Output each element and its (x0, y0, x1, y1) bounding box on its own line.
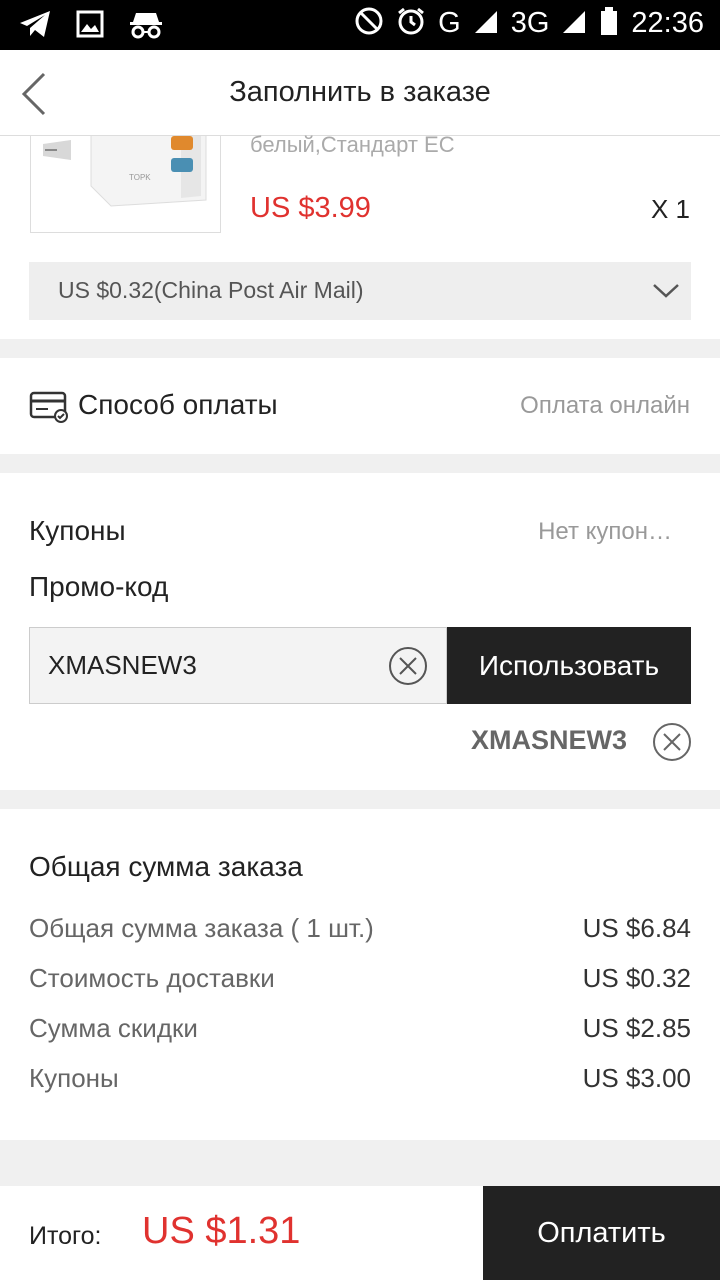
incognito-icon (128, 9, 164, 44)
apply-promo-button[interactable]: Использовать (447, 627, 691, 704)
telegram-icon (18, 9, 52, 44)
payment-method-row[interactable]: Способ оплаты Оплата онлайн (0, 358, 720, 454)
summary-row-value: US $2.85 (582, 1013, 691, 1043)
total-label: Итого: (29, 1222, 102, 1250)
summary-row-shipping: Стоимость доставки US $0.32 (29, 963, 691, 997)
signal-icon-2 (561, 7, 587, 40)
clock: 22:36 (631, 7, 704, 39)
signal-icon (473, 7, 499, 40)
app-header: Заполнить в заказе (0, 50, 720, 136)
coupons-section: Купоны Нет купон… Промо-код XMASNEW3 Исп… (0, 473, 720, 790)
shipping-select[interactable]: US $0.32(China Post Air Mail) (29, 262, 691, 320)
summary-row-discount: Сумма скидки US $2.85 (29, 1013, 691, 1047)
summary-row-subtotal: Общая сумма заказа ( 1 шт.) US $6.84 (29, 913, 691, 947)
promo-code-label: Промо-код (29, 571, 169, 602)
do-not-disturb-icon (354, 6, 384, 41)
promo-code-input-value: XMASNEW3 (48, 650, 197, 680)
page-title: Заполнить в заказе (229, 76, 491, 108)
total-value: US $1.31 (142, 1210, 301, 1252)
battery-icon (599, 6, 619, 41)
order-summary: Общая сумма заказа Общая сумма заказа ( … (0, 809, 720, 1140)
checkout-footer: Итого: US $1.31 Оплатить (0, 1186, 720, 1280)
summary-row-coupons: Купоны US $3.00 (29, 1063, 691, 1097)
network-3g-label: 3G (510, 7, 550, 39)
remove-promo-icon[interactable] (652, 722, 692, 762)
summary-row-label: Общая сумма заказа ( 1 шт.) (29, 913, 374, 943)
credit-card-icon (29, 390, 69, 429)
alarm-icon (396, 6, 426, 41)
product-section: TOPK белый,Стандарт ЕС US $3.99 X 1 US $… (0, 132, 720, 339)
pay-button[interactable]: Оплатить (483, 1186, 720, 1280)
applied-promo-code: XMASNEW3 (470, 725, 627, 755)
clear-circle-icon[interactable] (388, 646, 428, 686)
status-bar: G 3G 22:36 (0, 0, 720, 50)
order-page: G 3G 22:36 Заполнить в заказе TOPK белый… (0, 0, 720, 1280)
payment-method-value: Оплата онлайн (520, 392, 690, 419)
summary-row-label: Сумма скидки (29, 1013, 198, 1043)
payment-method-label: Способ оплаты (78, 389, 278, 420)
network-g-label: G (438, 7, 461, 39)
summary-row-label: Купоны (29, 1063, 119, 1093)
promo-code-input[interactable]: XMASNEW3 (29, 627, 447, 704)
coupons-value[interactable]: Нет купон… (538, 518, 672, 546)
product-price: US $3.99 (250, 192, 371, 224)
summary-row-value: US $3.00 (582, 1063, 691, 1093)
svg-text:TOPK: TOPK (129, 173, 151, 182)
chevron-down-icon (653, 284, 679, 298)
product-variant: белый,Стандарт ЕС (250, 132, 455, 157)
summary-row-value: US $0.32 (582, 963, 691, 993)
summary-row-label: Стоимость доставки (29, 963, 275, 993)
shipping-select-value: US $0.32(China Post Air Mail) (58, 277, 364, 303)
product-quantity: X 1 (650, 194, 690, 224)
summary-row-value: US $6.84 (582, 913, 691, 943)
coupons-label: Купоны (29, 515, 126, 546)
product-thumbnail[interactable]: TOPK (30, 136, 221, 233)
image-icon (76, 10, 104, 43)
summary-title: Общая сумма заказа (29, 851, 303, 882)
